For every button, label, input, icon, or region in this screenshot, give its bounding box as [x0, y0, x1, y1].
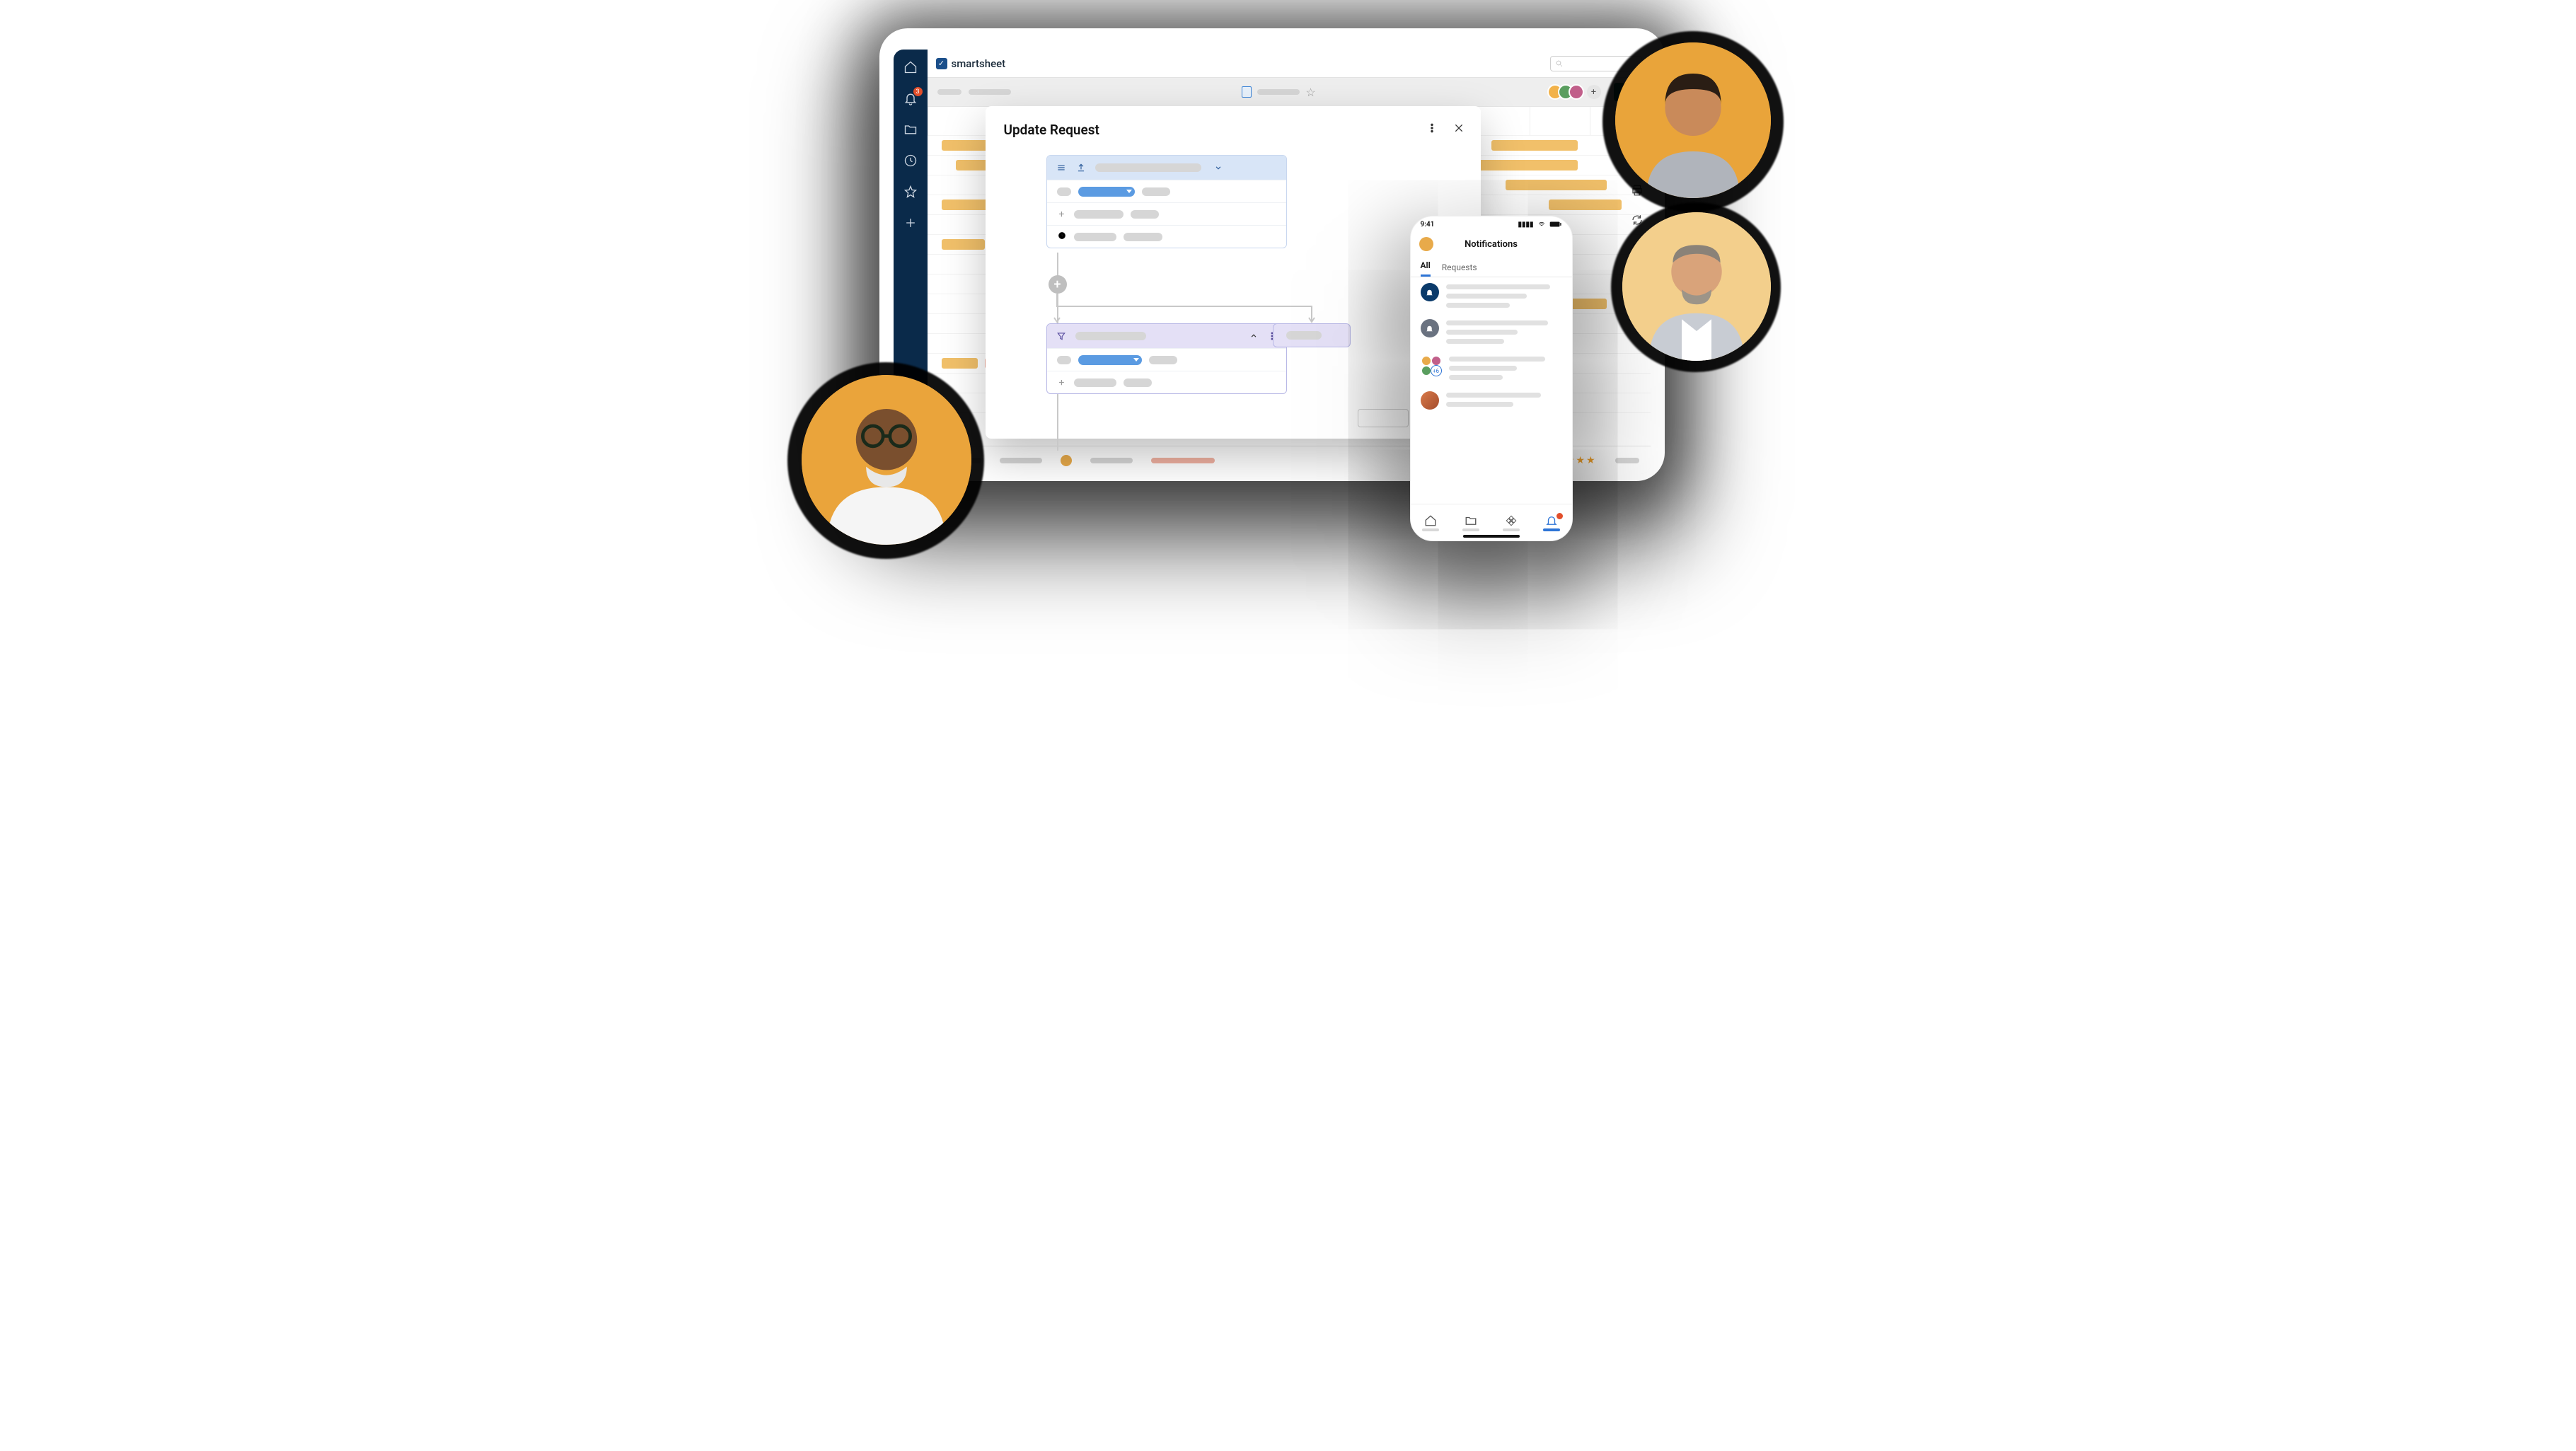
- sheet-icon: [1242, 86, 1252, 98]
- close-icon[interactable]: [1450, 119, 1468, 137]
- nav-home[interactable]: [1422, 514, 1439, 531]
- bell-icon[interactable]: 3: [903, 91, 918, 106]
- avatar: [1061, 455, 1072, 466]
- footer-item[interactable]: [1151, 458, 1215, 463]
- bell-icon: [1421, 283, 1439, 301]
- nav-folder[interactable]: [1462, 514, 1479, 531]
- field-chip[interactable]: [1078, 187, 1135, 197]
- notification-item[interactable]: +6: [1421, 355, 1562, 380]
- avatar[interactable]: [1419, 237, 1433, 251]
- tab-all[interactable]: All: [1421, 260, 1431, 277]
- chevron-up-icon[interactable]: [1248, 330, 1259, 342]
- cancel-button[interactable]: [1358, 409, 1409, 427]
- wifi-icon: [1537, 221, 1547, 228]
- phone-title: Notifications: [1465, 239, 1518, 250]
- bell-badge: 3: [913, 87, 923, 96]
- avatar-bubble: [1615, 42, 1771, 198]
- phone-time: 9:41: [1421, 221, 1435, 229]
- bell-icon: [1421, 319, 1439, 337]
- menu-icon[interactable]: [1056, 162, 1067, 173]
- person-illustration: [802, 375, 971, 545]
- notification-dot-icon: [1556, 513, 1563, 519]
- home-indicator: [1463, 535, 1520, 538]
- field-chip[interactable]: [1078, 355, 1142, 365]
- avatar-group: +6: [1421, 355, 1442, 376]
- home-icon[interactable]: [903, 59, 918, 75]
- person-illustration: [1615, 42, 1771, 198]
- favorite-star-icon[interactable]: ☆: [1305, 86, 1315, 99]
- workflow-condition-block[interactable]: +: [1046, 323, 1287, 394]
- tab-requests[interactable]: Requests: [1442, 262, 1477, 277]
- phone-mock: 9:41 ▮▮▮▮ Notifications All Requests: [1410, 216, 1573, 541]
- workflow-trigger-block[interactable]: +: [1046, 155, 1287, 248]
- clock-icon[interactable]: [903, 153, 918, 168]
- footer-item[interactable]: [1000, 458, 1042, 463]
- phone-bottom-nav: [1411, 504, 1572, 540]
- brand: ✓ smartsheet: [936, 57, 1006, 70]
- document-tab[interactable]: ☆: [1242, 86, 1315, 99]
- avatar-bubble: [1622, 212, 1771, 361]
- breadcrumb-item[interactable]: [969, 89, 1011, 95]
- add-collaborator-icon[interactable]: +: [1587, 85, 1601, 99]
- notification-list: +6: [1411, 277, 1572, 415]
- avatar: [1421, 391, 1439, 410]
- nav-notifications[interactable]: [1543, 514, 1560, 531]
- upload-icon[interactable]: [1075, 162, 1087, 173]
- footer-item[interactable]: [1090, 458, 1133, 463]
- collaborator-avatars[interactable]: +: [1547, 84, 1601, 100]
- clock-icon[interactable]: [1057, 230, 1067, 243]
- avatar-bubble: [802, 375, 971, 545]
- brand-mark-icon: ✓: [936, 58, 947, 69]
- add-icon[interactable]: [903, 215, 918, 231]
- battery-icon: [1549, 221, 1562, 228]
- cellular-icon: ▮▮▮▮: [1518, 221, 1533, 229]
- topbar: ✓ smartsheet: [928, 50, 1651, 78]
- plus-icon[interactable]: +: [1057, 378, 1067, 388]
- notification-item[interactable]: [1421, 319, 1562, 344]
- workflow-otherwise-block[interactable]: [1273, 323, 1351, 347]
- plus-icon[interactable]: +: [1057, 209, 1067, 219]
- person-illustration: [1622, 212, 1771, 361]
- modal-title: Update Request: [1004, 122, 1462, 138]
- add-step-icon[interactable]: +: [1049, 275, 1067, 294]
- more-options-icon[interactable]: [1423, 119, 1441, 137]
- nav-apps[interactable]: [1503, 514, 1520, 531]
- brand-name: smartsheet: [952, 57, 1006, 70]
- star-icon[interactable]: [903, 184, 918, 200]
- filter-icon[interactable]: [1056, 330, 1067, 342]
- update-request-modal: Update Request +: [986, 106, 1481, 439]
- folder-icon[interactable]: [903, 122, 918, 137]
- more-count-badge: +6: [1431, 365, 1442, 376]
- notification-item[interactable]: [1421, 283, 1562, 308]
- notification-item[interactable]: [1421, 391, 1562, 410]
- phone-status-bar: 9:41 ▮▮▮▮: [1411, 216, 1572, 232]
- breadcrumb-toolbar: ☆ +: [928, 78, 1651, 106]
- phone-tabs: All Requests: [1411, 256, 1572, 277]
- footer-item[interactable]: [1615, 458, 1639, 463]
- breadcrumb-item[interactable]: [937, 89, 961, 95]
- avatar: [1569, 84, 1584, 100]
- chevron-down-icon[interactable]: [1213, 162, 1224, 173]
